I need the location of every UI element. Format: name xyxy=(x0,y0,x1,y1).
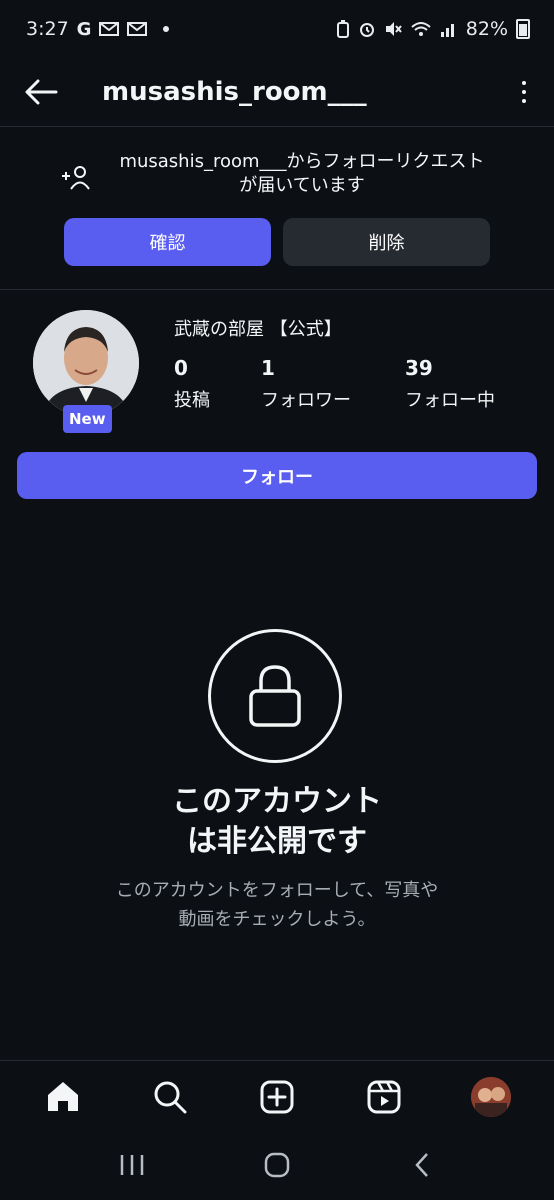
stat-value: 0 xyxy=(174,356,188,380)
delete-button[interactable]: 削除 xyxy=(283,218,490,266)
private-title-line2: は非公開です xyxy=(187,824,367,859)
divider xyxy=(0,1060,554,1061)
stat-label: フォロワー xyxy=(261,390,351,411)
status-time: 3:27 xyxy=(26,18,69,40)
private-account-title: このアカウント は非公開です xyxy=(0,782,554,862)
stat-followers[interactable]: 1 フォロワー xyxy=(261,356,351,412)
wifi-icon xyxy=(411,22,431,36)
stat-following[interactable]: 39 フォロー中 xyxy=(405,356,495,412)
mute-icon xyxy=(385,22,402,36)
page-title: musashis_room___ xyxy=(102,77,367,107)
follow-request-banner: musashis_room___からフォローリクエスト が届いています xyxy=(60,150,500,198)
chevron-left-icon[interactable] xyxy=(402,1145,442,1185)
stat-value: 39 xyxy=(405,356,433,380)
divider xyxy=(0,289,554,290)
plus-square-icon[interactable] xyxy=(252,1072,302,1122)
status-left: 3:27 G xyxy=(26,18,170,40)
avatar[interactable] xyxy=(33,310,139,416)
system-navigation xyxy=(0,1135,554,1195)
arrow-left-icon[interactable] xyxy=(22,73,60,111)
divider xyxy=(0,126,554,127)
home-circle-icon[interactable] xyxy=(257,1145,297,1185)
stat-value: 1 xyxy=(261,356,275,380)
battery-percent: 82% xyxy=(465,18,508,40)
add-person-icon xyxy=(62,166,90,190)
profile-avatar-icon xyxy=(470,1077,511,1117)
top-bar: musashis_room___ xyxy=(0,58,554,126)
follow-button[interactable]: フォロー xyxy=(17,452,537,499)
confirm-button[interactable]: 確認 xyxy=(64,218,271,266)
follow-request-text: musashis_room___からフォローリクエスト が届いています xyxy=(104,150,500,198)
home-icon[interactable] xyxy=(38,1072,88,1122)
signal-icon xyxy=(440,24,454,37)
google-icon: G xyxy=(76,18,92,40)
mail-icon xyxy=(127,22,148,36)
private-desc-line1: このアカウントをフォローして、写真や xyxy=(115,880,439,901)
private-desc-line2: 動画をチェックしよう。 xyxy=(178,909,376,930)
lock-icon xyxy=(208,629,342,763)
search-icon[interactable] xyxy=(145,1072,195,1122)
status-bar: 3:27 G 82% xyxy=(0,0,554,58)
status-right: 82% xyxy=(336,18,530,40)
stat-posts[interactable]: 0 投稿 xyxy=(174,356,210,412)
private-title-line1: このアカウント xyxy=(172,784,382,819)
follow-request-line2: が届いています xyxy=(239,175,365,196)
profile-display-name: 武蔵の部屋 【公式】 xyxy=(174,319,342,340)
follow-request-line1: musashis_room___からフォローリクエスト xyxy=(119,151,485,172)
stat-label: 投稿 xyxy=(174,390,210,411)
reels-icon[interactable] xyxy=(359,1072,409,1122)
notification-dot-icon xyxy=(163,26,170,32)
more-vertical-icon[interactable] xyxy=(514,72,534,112)
profile-tab[interactable] xyxy=(466,1072,516,1122)
recents-icon[interactable] xyxy=(112,1145,152,1185)
stat-label: フォロー中 xyxy=(405,390,495,411)
battery-icon xyxy=(516,19,530,39)
new-badge: New xyxy=(63,405,112,433)
mail-icon xyxy=(99,22,120,36)
alarm-icon xyxy=(359,23,374,37)
battery-saver-icon xyxy=(336,20,349,38)
private-account-description: このアカウントをフォローして、写真や 動画をチェックしよう。 xyxy=(0,876,554,934)
bottom-navigation xyxy=(0,1062,554,1132)
